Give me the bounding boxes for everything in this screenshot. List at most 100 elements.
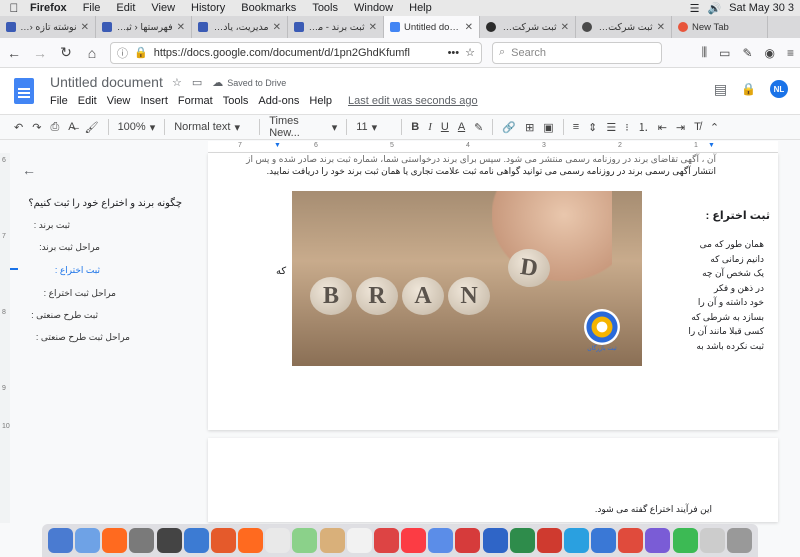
brand-image[interactable]: B R A N D ثبت بازرگان — [292, 191, 642, 366]
dock-app-icon[interactable] — [536, 528, 562, 553]
section-heading[interactable]: ثبت اختراع : — [706, 209, 770, 222]
outline-item-active[interactable]: ثبت اختراع : — [55, 265, 100, 276]
docs-menu-file[interactable]: File — [50, 95, 68, 107]
back-icon[interactable]: ← — [6, 45, 22, 61]
print-icon[interactable]: ⎙ — [50, 121, 59, 134]
body-text-line-2[interactable]: انتشار آگهی رسمی برند در روزنامه رسمی می… — [246, 165, 716, 177]
body-text-line-1[interactable]: آن ، آگهی تقاضای برند در روزنامه رسمی من… — [246, 153, 716, 165]
document-page[interactable]: آن ، آگهی تقاضای برند در روزنامه رسمی من… — [208, 153, 778, 430]
library-icon[interactable]: ⫼ — [702, 45, 708, 60]
outline-item[interactable]: مراحل ثبت اختراع : — [44, 288, 116, 299]
paragraph-line[interactable]: خود داشته و آن را — [676, 295, 764, 310]
redo-icon[interactable]: ↷ — [32, 121, 41, 134]
menu-tools[interactable]: Tools — [304, 2, 346, 14]
horizontal-ruler[interactable]: ▼ 7 6 5 4 3 2 1 ▼ — [208, 141, 778, 153]
close-tab-icon[interactable]: ✕ — [177, 22, 185, 33]
tab-8[interactable]: New Tab — [672, 16, 768, 38]
url-bar[interactable]: ⓘ 🔒 https://docs.google.com/document/d/1… — [110, 41, 482, 64]
close-outline-arrow-icon[interactable]: ← — [22, 162, 194, 178]
dock-app-icon[interactable] — [210, 528, 236, 553]
tab-2[interactable]: فهرستها ‹ ثبت شرکت ✕ — [96, 16, 192, 38]
tab-6[interactable]: ثبت شرکت - ثبت برند ✕ — [480, 16, 576, 38]
dock-app-icon[interactable] — [129, 528, 155, 553]
close-tab-icon[interactable]: ✕ — [657, 22, 665, 33]
url-text[interactable]: https://docs.google.com/document/d/1pn2G… — [154, 47, 442, 59]
dock-app-icon[interactable] — [482, 528, 508, 553]
menu-file[interactable]: File — [75, 2, 109, 14]
dock-app-icon[interactable] — [48, 528, 73, 553]
outline-item[interactable]: مراحل ثبت طرح صنعتی : — [36, 332, 130, 343]
page-actions-icon[interactable]: ••• — [448, 47, 460, 59]
menu-app-firefox[interactable]: Firefox — [28, 2, 75, 14]
sidebar-icon[interactable]: ▭ — [719, 46, 730, 60]
paragraph-line[interactable]: کسی قبلا مانند آن را — [676, 324, 764, 339]
underline-button[interactable]: U — [441, 121, 449, 133]
right-indent-marker-icon[interactable]: ▼ — [708, 142, 715, 149]
menu-window[interactable]: Window — [346, 2, 401, 14]
apple-icon[interactable]:  — [0, 1, 28, 15]
paragraph-line[interactable]: در ذهن و فکر — [676, 281, 764, 296]
dock-app-icon[interactable] — [699, 528, 725, 553]
font-select[interactable]: Times New... ▾ — [269, 115, 337, 139]
undo-icon[interactable]: ↶ — [14, 121, 23, 134]
highlight-icon[interactable]: ✎ — [474, 121, 483, 134]
body-text-line[interactable]: آن ، آگهی تقاضای برند در روزنامه رسمی من… — [246, 153, 716, 177]
document-title[interactable]: Untitled document — [50, 74, 163, 90]
menu-edit[interactable]: Edit — [108, 2, 143, 14]
move-folder-icon[interactable]: ▭ — [192, 76, 202, 89]
tab-5-active[interactable]: Untitled document ✕ — [384, 16, 480, 38]
collapse-toolbar-icon[interactable]: ⌃ — [710, 121, 719, 134]
paragraph-line[interactable]: دانیم زمانی که — [676, 252, 764, 267]
decrease-indent-icon[interactable]: ⇤ — [658, 121, 667, 134]
tab-4[interactable]: ثبت برند - مدارک لازم ✕ — [288, 16, 384, 38]
insert-comment-icon[interactable]: ⊞ — [525, 121, 534, 134]
paragraph-line[interactable]: بسازد به شرطی که — [676, 310, 764, 325]
bookmark-star-icon[interactable]: ☆ — [465, 46, 475, 59]
close-tab-icon[interactable]: ✕ — [273, 22, 281, 33]
dock-app-icon[interactable] — [563, 528, 589, 553]
extension-icon[interactable]: ◉ — [765, 46, 775, 60]
close-tab-icon[interactable]: ✕ — [465, 22, 473, 33]
outline-item[interactable]: ثبت طرح صنعتی : — [31, 310, 98, 321]
dock-app-icon[interactable] — [319, 528, 345, 553]
docs-menu-view[interactable]: View — [107, 95, 131, 107]
wifi-icon[interactable]: ☰ — [690, 2, 700, 15]
bold-button[interactable]: B — [411, 121, 419, 133]
close-tab-icon[interactable]: ✕ — [369, 22, 377, 33]
body-text-fragment[interactable]: که — [276, 266, 286, 277]
dock-app-icon[interactable] — [156, 528, 182, 553]
style-select[interactable]: Normal text ▾ — [174, 121, 250, 134]
vertical-ruler[interactable]: 6 7 8 9 10 — [0, 153, 10, 523]
paragraph-line[interactable]: این فرآیند اختراع گفته می شود. — [595, 504, 712, 515]
menu-help[interactable]: Help — [401, 2, 440, 14]
dock-app-icon[interactable] — [346, 528, 372, 553]
comments-icon[interactable]: ▤ — [714, 81, 727, 98]
home-icon[interactable]: ⌂ — [84, 45, 100, 61]
line-spacing-icon[interactable]: ⇕ — [588, 121, 597, 134]
docs-menu-addons[interactable]: Add-ons — [258, 95, 299, 107]
docs-menu-edit[interactable]: Edit — [78, 95, 97, 107]
dock-app-icon[interactable] — [591, 528, 617, 553]
search-input[interactable]: ⌕ Search — [492, 41, 662, 64]
zoom-select[interactable]: 100% ▾ — [118, 121, 156, 134]
font-size-select[interactable]: 11 ▾ — [356, 121, 392, 134]
spellcheck-icon[interactable]: A̶ — [68, 121, 75, 133]
outline-item[interactable]: مراحل ثبت برند: — [39, 242, 100, 253]
insert-image-icon[interactable]: ▣ — [543, 121, 553, 134]
link-icon[interactable]: 🔗 — [502, 121, 516, 134]
clock[interactable]: Sat May 30 3 — [729, 2, 794, 14]
paragraph-line[interactable]: یک شخص آن چه — [676, 266, 764, 281]
tab-1[interactable]: نوشته تازه ‹ ثبت شرکت ✕ — [0, 16, 96, 38]
dock-app-icon[interactable] — [455, 528, 481, 553]
docs-menu-tools[interactable]: Tools — [223, 95, 249, 107]
increase-indent-icon[interactable]: ⇥ — [676, 121, 685, 134]
text-color-button[interactable]: A — [458, 121, 465, 133]
tab-3[interactable]: مدیریت، یادداشت ها و ر ✕ — [192, 16, 288, 38]
lock-share-icon[interactable]: 🔒 — [741, 82, 756, 96]
menu-view[interactable]: View — [143, 2, 183, 14]
dock-app-icon[interactable] — [102, 528, 128, 553]
volume-icon[interactable]: 🔊 — [707, 2, 721, 15]
dock-app-icon[interactable] — [183, 528, 209, 553]
italic-button[interactable]: I — [428, 121, 432, 133]
dock-app-icon[interactable] — [618, 528, 644, 553]
